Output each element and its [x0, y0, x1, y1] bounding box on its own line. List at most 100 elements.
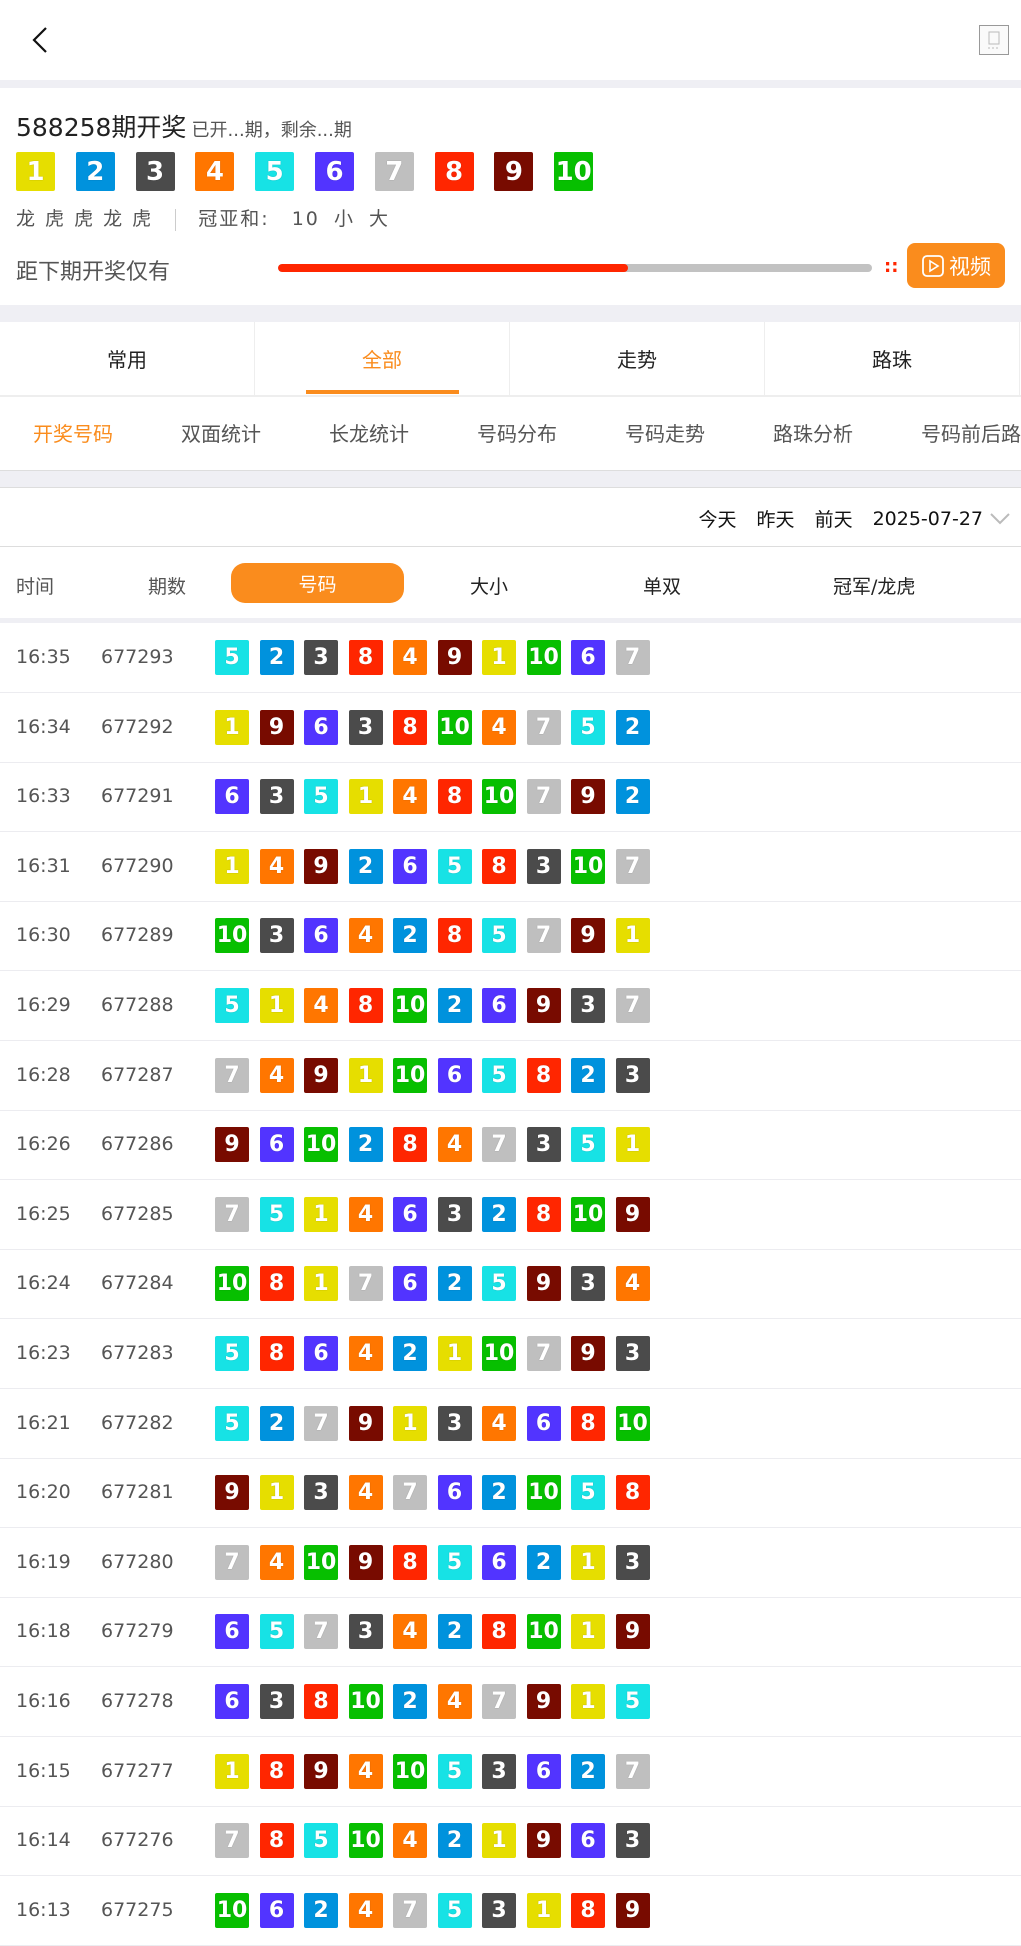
tab-2[interactable]: 走势 [510, 322, 765, 395]
number-ball: 5 [437, 1544, 472, 1580]
col-size[interactable]: 大小 [470, 572, 508, 599]
subtab-4[interactable]: 号码走势 [625, 418, 705, 447]
number-ball: 3 [259, 779, 294, 815]
number-ball: 1 [348, 779, 383, 815]
number-ball: 4 [437, 1127, 472, 1163]
number-ball: 3 [304, 640, 338, 675]
number-ball: 3 [259, 1684, 294, 1719]
row-time: 16:26 [16, 1133, 71, 1156]
number-ball: 8 [437, 779, 472, 815]
number-ball: 4 [393, 1823, 427, 1859]
number-ball: 5 [259, 1614, 294, 1650]
number-ball: 6 [393, 848, 427, 884]
row-issue: 677282 [101, 1411, 174, 1434]
row-time: 16:24 [16, 1272, 71, 1295]
date-picker[interactable]: 2025-07-27 [873, 508, 1011, 530]
subtab-0[interactable]: 开奖号码 [33, 418, 113, 447]
number-ball: 4 [615, 1266, 650, 1302]
back-button[interactable] [20, 20, 60, 60]
number-ball: 10 [437, 709, 472, 745]
video-button[interactable]: 视频 [907, 243, 1005, 288]
date-day-before[interactable]: 前天 [815, 505, 853, 532]
draw-title: 588258期开奖 [16, 113, 187, 142]
number-ball: 4 [348, 918, 383, 954]
subtab-3[interactable]: 号码分布 [477, 418, 557, 447]
image-placeholder-icon[interactable] [979, 25, 1009, 55]
number-ball: 4 [195, 152, 235, 191]
date-today[interactable]: 今天 [699, 505, 737, 532]
col-champion[interactable]: 冠军/龙虎 [833, 572, 915, 599]
number-ball: 1 [571, 1684, 605, 1719]
number-ball: 7 [215, 1196, 249, 1232]
col-time: 时间 [16, 576, 55, 598]
number-ball: 9 [571, 1336, 605, 1371]
number-ball: 3 [482, 1753, 516, 1789]
number-ball: 9 [615, 1196, 650, 1232]
row-issue: 677293 [101, 646, 174, 668]
number-ball: 1 [16, 152, 55, 191]
number-ball: 3 [615, 1544, 650, 1580]
row-time: 16:28 [16, 1063, 71, 1086]
date-yesterday[interactable]: 昨天 [757, 505, 795, 532]
number-ball: 5 [215, 640, 249, 675]
number-ball: 7 [304, 1614, 338, 1650]
row-time: 16:34 [16, 715, 71, 738]
row-issue: 677291 [101, 785, 174, 808]
tab-1[interactable]: 全部 [255, 322, 510, 395]
number-ball: 6 [304, 709, 338, 745]
number-ball: 7 [526, 1336, 561, 1371]
number-ball: 5 [304, 1823, 338, 1859]
row-issue: 677275 [101, 1898, 174, 1921]
col-numbers-pill[interactable]: 号码 [231, 563, 404, 603]
table-row: 16:34 677292 1 9 6 3 8 10 4 7 5 2 [0, 693, 1021, 763]
number-ball: 9 [304, 1057, 338, 1093]
number-ball: 3 [304, 1475, 338, 1511]
tab-0[interactable]: 常用 [0, 322, 255, 395]
chevron-left-icon [32, 27, 47, 53]
number-ball: 9 [304, 848, 338, 884]
number-ball: 3 [615, 1057, 650, 1093]
number-ball: 5 [482, 1266, 516, 1302]
number-ball: 9 [437, 640, 472, 675]
number-ball: 10 [526, 640, 561, 675]
number-ball: 7 [393, 1475, 427, 1511]
number-ball: 1 [215, 1753, 249, 1789]
subtab-6[interactable]: 号码前后路 [921, 418, 1021, 447]
number-ball: 2 [571, 1057, 605, 1093]
number-ball: 6 [437, 1057, 472, 1093]
number-ball: 9 [526, 1266, 561, 1302]
number-ball: 2 [482, 1196, 516, 1232]
number-ball: 6 [393, 1266, 427, 1302]
number-ball: 10 [571, 1196, 605, 1232]
number-ball: 8 [482, 848, 516, 884]
row-time: 16:13 [16, 1898, 71, 1921]
number-ball: 8 [259, 1753, 294, 1789]
number-ball: 7 [215, 1057, 249, 1093]
number-ball: 9 [494, 152, 534, 191]
number-ball: 7 [482, 1684, 516, 1719]
number-ball: 7 [374, 152, 414, 191]
row-time: 16:23 [16, 1342, 71, 1364]
tab-3[interactable]: 路珠 [765, 322, 1020, 395]
subtab-5[interactable]: 路珠分析 [773, 418, 853, 447]
number-ball: 1 [437, 1336, 472, 1371]
number-ball: 6 [526, 1405, 561, 1441]
number-ball: 2 [393, 918, 427, 954]
number-ball: 2 [393, 1336, 427, 1371]
number-ball: 2 [437, 1823, 472, 1859]
number-ball: 2 [615, 779, 650, 815]
col-odd-even[interactable]: 单双 [643, 572, 681, 599]
subtab-1[interactable]: 双面统计 [181, 418, 261, 447]
number-ball: 10 [215, 1266, 249, 1302]
number-ball: 9 [304, 1753, 338, 1789]
row-issue: 677287 [101, 1063, 174, 1086]
row-issue: 677289 [101, 924, 174, 947]
number-ball: 4 [348, 1753, 383, 1789]
table-row: 16:13 677275 10 6 2 4 7 5 3 1 8 9 [0, 1876, 1021, 1946]
subtab-2[interactable]: 长龙统计 [329, 418, 409, 447]
number-ball: 7 [304, 1405, 338, 1441]
number-ball: 7 [215, 1823, 249, 1859]
table-row: 16:18 677279 6 5 7 3 4 2 8 10 1 9 [0, 1597, 1021, 1668]
number-ball: 6 [437, 1475, 472, 1511]
number-ball: 8 [348, 640, 383, 675]
